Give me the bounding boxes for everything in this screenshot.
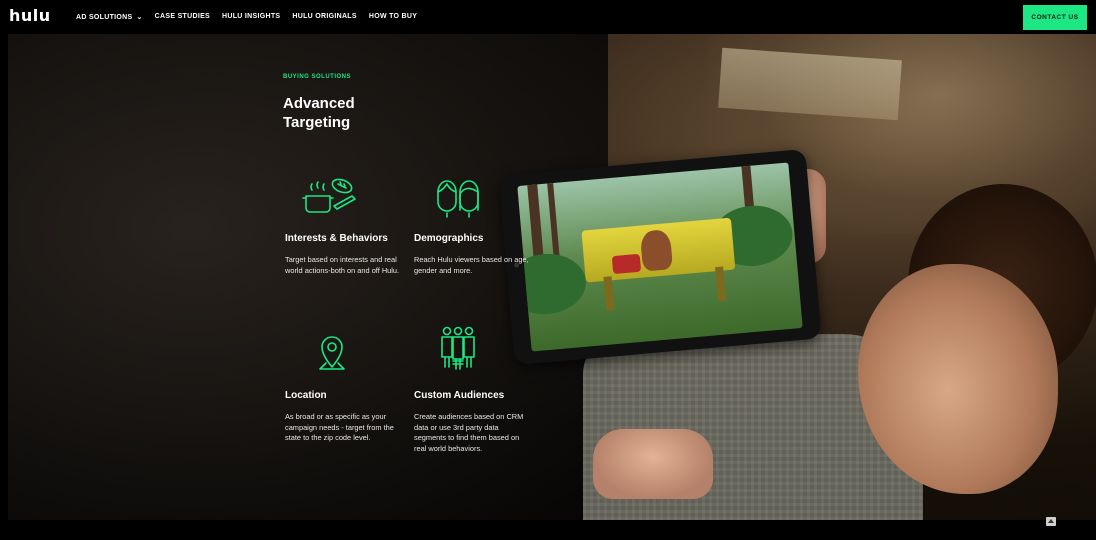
tablet-screen — [517, 162, 803, 352]
nav-link-case-studies[interactable]: CASE STUDIES — [155, 13, 210, 21]
page-title: Advanced Targeting — [283, 95, 355, 131]
tablet-image — [498, 148, 822, 366]
nav-link-ad-solutions[interactable]: AD SOLUTIONS ⌄ — [76, 13, 143, 21]
feature-description: As broad or as specific as your campaign… — [285, 412, 394, 442]
feature-title: Interests & Behaviors — [285, 233, 388, 244]
hero-background — [8, 34, 1096, 520]
location-pin-icon — [319, 336, 345, 370]
feature-description: Target based on interests and real world… — [285, 255, 400, 275]
demographics-icon — [437, 180, 479, 218]
child-hand-left — [593, 429, 713, 499]
top-navbar: hulu AD SOLUTIONS ⌄ CASE STUDIES HULU INS… — [0, 0, 1096, 34]
contact-us-button[interactable]: CONTACT US — [1023, 5, 1087, 30]
custom-audiences-icon — [441, 326, 475, 370]
nav-link-ad-solutions-label: AD SOLUTIONS — [76, 14, 133, 21]
bench-leg — [603, 276, 615, 311]
feature-title: Location — [285, 390, 327, 401]
chevron-down-icon: ⌄ — [136, 14, 143, 21]
feature-description: Reach Hulu viewers based on age, gender … — [414, 255, 529, 275]
feature-title: Custom Audiences — [414, 390, 505, 401]
nav-link-how-to-buy[interactable]: HOW TO BUY — [369, 13, 417, 21]
nav-link-hulu-originals[interactable]: HULU ORIGINALS — [292, 13, 356, 21]
section-eyebrow: BUYING SOLUTIONS — [283, 74, 352, 80]
scroll-to-top-button[interactable] — [1046, 517, 1056, 526]
background-books — [718, 47, 902, 121]
nav-link-hulu-insights[interactable]: HULU INSIGHTS — [222, 13, 280, 21]
nav-links: AD SOLUTIONS ⌄ CASE STUDIES HULU INSIGHTS… — [76, 13, 417, 21]
red-bag — [611, 253, 642, 275]
feature-title: Demographics — [414, 233, 484, 244]
bench-leg — [715, 266, 727, 302]
hulu-logo[interactable]: hulu — [9, 6, 51, 25]
interests-icon — [302, 178, 356, 213]
feature-description: Create audiences based on CRM data or us… — [414, 412, 524, 453]
